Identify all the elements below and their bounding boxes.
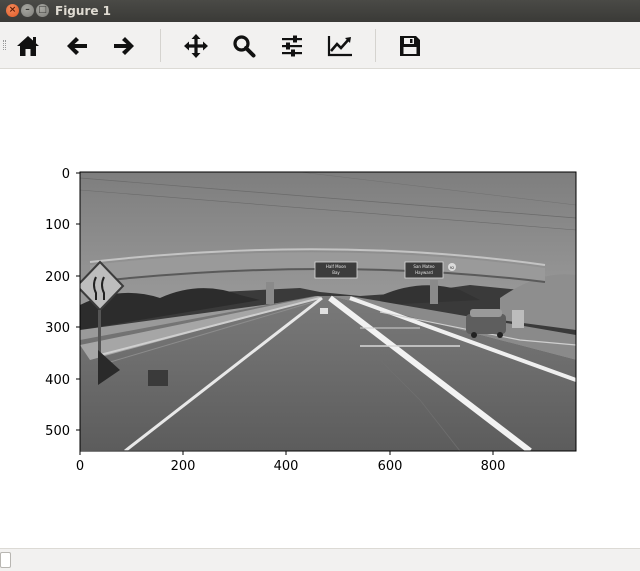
status-message-field[interactable]	[0, 552, 11, 568]
y-tick-label: 300	[45, 321, 70, 336]
sign-left-line2: Bay	[332, 270, 340, 275]
zoom-icon	[233, 35, 256, 58]
sign-right-line2: Hayward	[415, 270, 433, 275]
x-axis: 0 200 400 600 800	[76, 451, 506, 474]
figure-canvas[interactable]: 0 200 400 600 800 0 100 200 300 400 500 …	[0, 70, 640, 548]
pan-button[interactable]	[182, 32, 210, 60]
y-tick-label: 500	[45, 424, 70, 439]
toolbar-grip[interactable]	[3, 40, 6, 50]
figure-svg: 0 200 400 600 800 0 100 200 300 400 500 …	[45, 167, 577, 474]
arrow-left-icon	[67, 37, 87, 55]
window-minimize-button[interactable]: –	[21, 4, 34, 17]
save-button[interactable]	[396, 32, 424, 60]
y-tick-label: 400	[45, 373, 70, 388]
home-button[interactable]	[14, 32, 42, 60]
sign-left-line1: Half Moon	[326, 264, 347, 269]
subplots-button[interactable]	[278, 32, 306, 60]
x-tick-label: 0	[76, 459, 84, 474]
y-tick-label: 200	[45, 270, 70, 285]
axes-button[interactable]	[326, 32, 354, 60]
toolbar-separator	[375, 29, 376, 62]
y-tick-label: 100	[45, 218, 70, 233]
forward-button[interactable]	[110, 32, 138, 60]
x-tick-label: 200	[171, 459, 196, 474]
navigation-toolbar	[0, 22, 640, 69]
home-icon	[17, 36, 39, 56]
zoom-button[interactable]	[230, 32, 258, 60]
window-close-button[interactable]: ×	[6, 4, 19, 17]
sliders-icon	[282, 35, 302, 57]
road-image	[80, 172, 576, 451]
toolbar-separator	[160, 29, 161, 62]
x-tick-label: 600	[378, 459, 403, 474]
sign-right-line1: San Mateo	[413, 264, 435, 269]
y-axis: 0 100 200 300 400 500	[45, 167, 80, 439]
y-tick-label: 0	[62, 167, 70, 182]
x-tick-label: 800	[481, 459, 506, 474]
window-titlebar: × – □ Figure 1	[0, 0, 640, 22]
x-tick-label: 400	[274, 459, 299, 474]
arrow-right-icon	[114, 37, 134, 55]
status-bar	[0, 548, 640, 571]
back-button[interactable]	[63, 32, 91, 60]
save-icon	[400, 36, 420, 56]
route-shield: 92	[450, 266, 454, 270]
window-maximize-button[interactable]: □	[36, 4, 49, 17]
chart-line-icon	[327, 36, 352, 57]
move-icon	[184, 34, 208, 58]
window-title: Figure 1	[55, 4, 112, 18]
